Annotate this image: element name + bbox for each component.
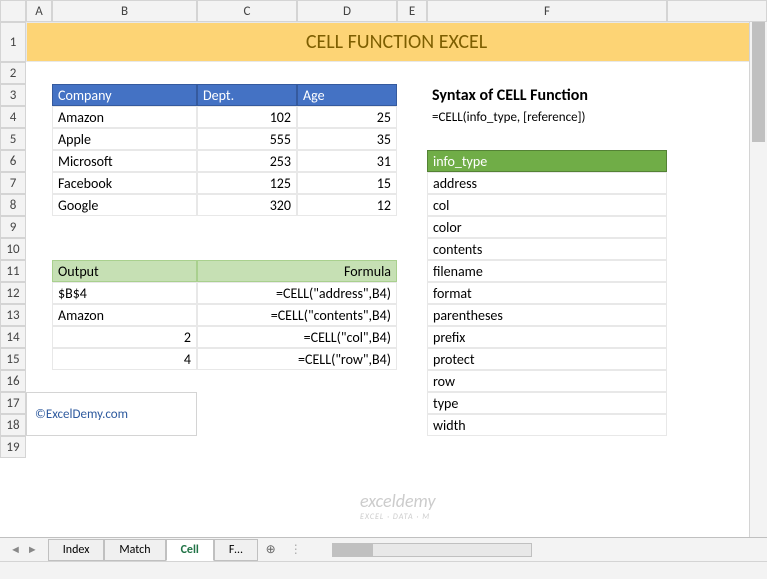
syntax-formula: =CELL(info_type, [reference]) xyxy=(427,106,667,128)
vertical-scrollbar[interactable] xyxy=(749,22,767,537)
info-type-row[interactable]: row xyxy=(427,370,667,392)
row-header[interactable]: 4 xyxy=(0,106,26,128)
row-header[interactable]: 11 xyxy=(0,260,26,282)
col-header[interactable] xyxy=(0,0,26,22)
row-header[interactable]: 13 xyxy=(0,304,26,326)
row-header[interactable]: 12 xyxy=(0,282,26,304)
table-cell[interactable]: 102 xyxy=(197,106,297,128)
row-header[interactable]: 6 xyxy=(0,150,26,172)
table-cell[interactable]: 31 xyxy=(297,150,397,172)
info-type-row[interactable]: filename xyxy=(427,260,667,282)
row-header[interactable]: 1 xyxy=(0,22,26,62)
table-header: Age xyxy=(297,84,397,106)
table-cell[interactable]: Google xyxy=(52,194,197,216)
row-header[interactable]: 19 xyxy=(0,436,26,458)
output-cell[interactable]: 2 xyxy=(52,326,197,348)
info-type-row[interactable]: address xyxy=(427,172,667,194)
status-bar xyxy=(0,561,767,579)
add-sheet-icon[interactable]: ⊕ xyxy=(258,542,284,557)
table-cell[interactable]: 12 xyxy=(297,194,397,216)
col-header[interactable]: D xyxy=(297,0,397,22)
output-cell[interactable]: Amazon xyxy=(52,304,197,326)
col-header[interactable]: C xyxy=(197,0,297,22)
col-header[interactable]: E xyxy=(397,0,427,22)
info-type-row[interactable]: prefix xyxy=(427,326,667,348)
table-header: Company xyxy=(52,84,197,106)
table-cell[interactable]: 320 xyxy=(197,194,297,216)
info-type-header: info_type xyxy=(427,150,667,172)
info-type-row[interactable]: color xyxy=(427,216,667,238)
row-header[interactable]: 15 xyxy=(0,348,26,370)
sheet-tab[interactable]: Index xyxy=(48,539,105,561)
col-header[interactable] xyxy=(667,0,767,22)
row-header[interactable]: 2 xyxy=(0,62,26,84)
info-type-row[interactable]: format xyxy=(427,282,667,304)
output-header: Output xyxy=(52,260,197,282)
row-header[interactable]: 10 xyxy=(0,238,26,260)
table-cell[interactable]: Facebook xyxy=(52,172,197,194)
info-type-row[interactable]: parentheses xyxy=(427,304,667,326)
info-type-row[interactable]: protect xyxy=(427,348,667,370)
table-cell[interactable]: 125 xyxy=(197,172,297,194)
output-cell[interactable]: $B$4 xyxy=(52,282,197,304)
output-cell[interactable]: 4 xyxy=(52,348,197,370)
formula-cell[interactable]: =CELL("col",B4) xyxy=(197,326,397,348)
row-header[interactable]: 3 xyxy=(0,84,26,106)
sheet-tab[interactable]: Match xyxy=(104,539,165,561)
col-header[interactable]: A xyxy=(26,0,52,22)
table-cell[interactable]: Amazon xyxy=(52,106,197,128)
row-header[interactable]: 8 xyxy=(0,194,26,216)
credit-link[interactable]: ©ExcelDemy.com xyxy=(26,392,197,436)
sheet-tab[interactable]: F… xyxy=(214,539,258,561)
info-type-row[interactable]: type xyxy=(427,392,667,414)
sheet-tab[interactable]: Cell xyxy=(166,539,214,561)
row-header[interactable]: 17 xyxy=(0,392,26,414)
col-header[interactable]: F xyxy=(427,0,667,22)
formula-cell[interactable]: =CELL("contents",B4) xyxy=(197,304,397,326)
table-cell[interactable]: Apple xyxy=(52,128,197,150)
page-title: CELL FUNCTION EXCEL xyxy=(26,22,767,62)
horizontal-scrollbar[interactable] xyxy=(332,543,532,557)
row-header[interactable]: 18 xyxy=(0,414,26,436)
row-header[interactable]: 5 xyxy=(0,128,26,150)
nav-next-icon[interactable]: ► xyxy=(27,543,38,556)
info-type-row[interactable]: col xyxy=(427,194,667,216)
formula-cell[interactable]: =CELL("address",B4) xyxy=(197,282,397,304)
sheet-tabs-bar: ◄ ► IndexMatchCellF… ⊕ ⋮ xyxy=(0,537,767,561)
table-cell[interactable]: 555 xyxy=(197,128,297,150)
row-header[interactable]: 14 xyxy=(0,326,26,348)
table-cell[interactable]: 35 xyxy=(297,128,397,150)
row-header[interactable]: 7 xyxy=(0,172,26,194)
info-type-row[interactable]: contents xyxy=(427,238,667,260)
watermark: exceldemyEXCEL · DATA · M xyxy=(360,490,436,522)
row-header[interactable]: 9 xyxy=(0,216,26,238)
table-cell[interactable]: 15 xyxy=(297,172,397,194)
syntax-title: Syntax of CELL Function xyxy=(427,84,667,106)
col-header[interactable]: B xyxy=(52,0,197,22)
table-cell[interactable]: 25 xyxy=(297,106,397,128)
info-type-row[interactable]: width xyxy=(427,414,667,436)
row-header[interactable]: 16 xyxy=(0,370,26,392)
formula-header: Formula xyxy=(197,260,397,282)
table-cell[interactable]: 253 xyxy=(197,150,297,172)
table-cell[interactable]: Microsoft xyxy=(52,150,197,172)
nav-prev-icon[interactable]: ◄ xyxy=(10,543,21,556)
table-header: Dept. xyxy=(197,84,297,106)
formula-cell[interactable]: =CELL("row",B4) xyxy=(197,348,397,370)
